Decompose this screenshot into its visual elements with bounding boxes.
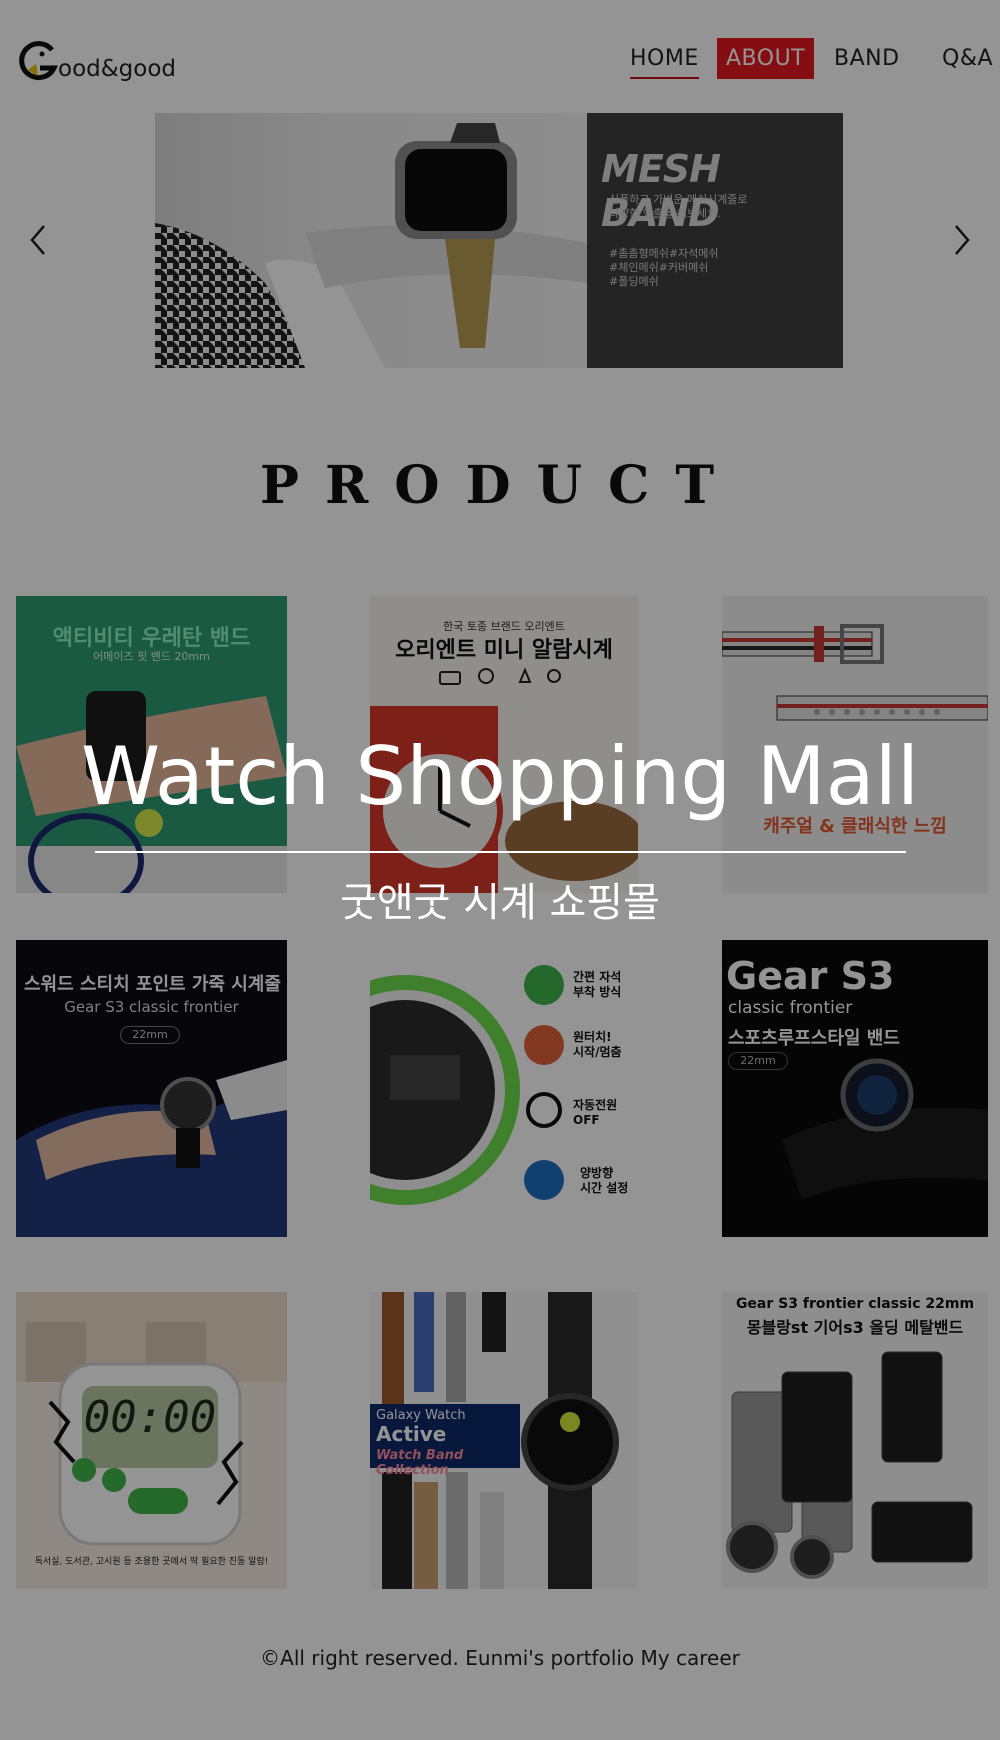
banner-tags: #촘촘형메쉬#자석메쉬 #체인메쉬#커버메쉬 #폴딩메쉬 [609, 247, 719, 288]
sport-watch-icon [782, 1058, 988, 1200]
product-card[interactable]: 간편 자석 부착 방식 원터치! 시작/멈춤 자동전원 OFF 양방향 시간 설… [370, 940, 638, 1237]
banner-slide[interactable]: MESH BAND 심플하고 가벼운 메쉬시계줄로 다양한 연출을 해보세요. … [155, 113, 843, 368]
watch-photo-icon [155, 123, 587, 368]
banner-description: 심플하고 가벼운 메쉬시계줄로 다양한 연출을 해보세요. [609, 193, 748, 220]
logo[interactable]: ood&good [16, 34, 176, 84]
footer-copyright: ©All right reserved. Eunmi's portfolio M… [260, 1646, 740, 1670]
banner-title: MESH BAND [601, 147, 721, 235]
product-card[interactable]: Gear S3 classic frontier 스포츠루프스타일 밴드 22m… [722, 940, 988, 1237]
nav-about[interactable]: ABOUT [717, 38, 815, 79]
prev-arrow-icon[interactable] [24, 220, 52, 260]
banner-photo [155, 113, 587, 368]
next-arrow-icon[interactable] [948, 220, 976, 260]
logo-g-icon [19, 41, 59, 81]
product-card[interactable]: 00:00 독서실, 도서관, 고시원 등 조용한 곳에서 딱 필요한 진동 알… [16, 1292, 287, 1589]
nav-home[interactable]: HOME [630, 46, 699, 79]
product-card[interactable]: Gear S3 frontier classic 22mm 몽블랑st 기어s3… [722, 1292, 988, 1589]
banner-text-panel: MESH BAND 심플하고 가벼운 메쉬시계줄로 다양한 연출을 해보세요. … [587, 113, 843, 368]
leather-watch-icon [16, 1060, 287, 1237]
product-card[interactable]: 스워드 스티치 포인트 가죽 시계줄 Gear S3 classic front… [16, 940, 287, 1237]
hero-subtitle: 굿앤굿 시계 쇼핑몰 [340, 880, 660, 926]
site-header: ood&good HOME ABOUT BAND Q&A [0, 0, 1000, 110]
nav-qa[interactable]: Q&A [942, 46, 993, 71]
hero-title: Watch Shopping Mall [80, 730, 920, 823]
product-heading: PRODUCT [259, 455, 741, 516]
logo-text: ood&good [58, 56, 177, 82]
nav-band[interactable]: BAND [834, 46, 900, 71]
metal-band-icon [726, 1351, 973, 1579]
product-card[interactable]: Galaxy Watch Active Watch Band Collectio… [370, 1292, 638, 1589]
hero-divider [95, 851, 906, 853]
